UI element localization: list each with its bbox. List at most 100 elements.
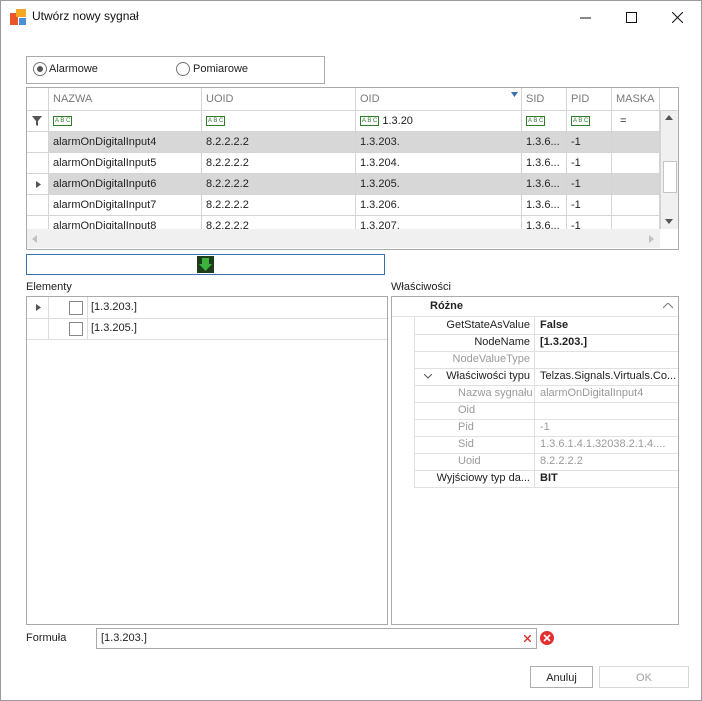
text-filter-icon: A B C: [360, 116, 380, 127]
property-row[interactable]: NodeName [1.3.203.]: [414, 334, 678, 352]
grid-vertical-scrollbar[interactable]: [660, 111, 678, 229]
property-row[interactable]: Nazwa sygnału alarmOnDigitalInput4: [414, 385, 678, 403]
grid-cell-nazwa[interactable]: alarmOnDigitalInput6: [49, 174, 202, 195]
scroll-left-icon[interactable]: [32, 235, 37, 243]
grid-cell-uoid[interactable]: 8.2.2.2.2: [202, 174, 356, 195]
scroll-down-icon[interactable]: [665, 219, 673, 224]
tree-node-checkbox[interactable]: [69, 301, 83, 315]
grid-cell-oid[interactable]: 1.3.205.: [356, 174, 522, 195]
filter-pid[interactable]: A B C: [567, 111, 612, 132]
property-grid: Różne GetStateAsValue False NodeName [1.3.2…: [391, 296, 679, 625]
grid-cell-pid[interactable]: -1: [567, 174, 612, 195]
row-indicator[interactable]: [27, 132, 49, 153]
grid-cell-uoid[interactable]: 8.2.2.2.2: [202, 132, 356, 153]
column-header-nazwa[interactable]: NAZWA: [49, 88, 202, 111]
formula-value: [1.3.203.]: [101, 632, 147, 644]
filter-uoid[interactable]: A B C: [202, 111, 356, 132]
column-header-pid[interactable]: PID: [567, 88, 612, 111]
property-category[interactable]: Różne: [392, 297, 678, 317]
close-button[interactable]: [654, 1, 700, 33]
property-row[interactable]: Wyjściowy typ da... BIT: [414, 470, 678, 488]
tree-node-label[interactable]: [1.3.205.]: [91, 322, 137, 334]
column-header-maska[interactable]: MASKA: [612, 88, 660, 111]
elements-tree: [1.3.203.] [1.3.205.]: [26, 296, 388, 625]
ok-button[interactable]: OK: [599, 666, 689, 688]
property-value[interactable]: 8.2.2.2.2: [537, 453, 680, 470]
grid-cell-nazwa[interactable]: alarmOnDigitalInput4: [49, 132, 202, 153]
column-header-uoid[interactable]: UOID: [202, 88, 356, 111]
row-indicator[interactable]: [27, 174, 49, 195]
column-header-oid[interactable]: OID: [356, 88, 522, 111]
scroll-right-icon[interactable]: [649, 235, 654, 243]
vertical-scroll-thumb[interactable]: [663, 161, 677, 193]
grid-cell-maska[interactable]: [612, 153, 660, 174]
property-value[interactable]: -1: [537, 419, 680, 436]
property-row[interactable]: Uoid 8.2.2.2.2: [414, 453, 678, 471]
property-value[interactable]: Telzas.Signals.Virtuals.Co...: [537, 368, 680, 385]
grid-cell-sid[interactable]: 1.3.6...: [522, 195, 567, 216]
property-row[interactable]: Sid 1.3.6.1.4.1.32038.2.1.4....: [414, 436, 678, 454]
tree-node-checkbox[interactable]: [69, 322, 83, 336]
grid-cell-nazwa[interactable]: alarmOnDigitalInput5: [49, 153, 202, 174]
radio-pomiarowe[interactable]: [176, 62, 190, 76]
grid-cell-uoid[interactable]: 8.2.2.2.2: [202, 195, 356, 216]
grid-cell-oid[interactable]: 1.3.203.: [356, 132, 522, 153]
filter-maska[interactable]: =: [612, 111, 660, 132]
property-value[interactable]: False: [537, 317, 680, 334]
tree-node[interactable]: [1.3.205.]: [27, 318, 387, 340]
grid-cell-oid[interactable]: 1.3.204.: [356, 153, 522, 174]
tree-node-label[interactable]: [1.3.203.]: [91, 301, 137, 313]
minimize-button[interactable]: [562, 1, 608, 33]
property-row[interactable]: Oid: [414, 402, 678, 420]
grid-cell-maska[interactable]: [612, 174, 660, 195]
maximize-button[interactable]: [608, 1, 654, 33]
filter-nazwa[interactable]: A B C: [49, 111, 202, 132]
filter-oid[interactable]: A B C 1.3.20: [356, 111, 522, 132]
grid-cell-nazwa[interactable]: alarmOnDigitalInput7: [49, 195, 202, 216]
filter-sid[interactable]: A B C: [522, 111, 567, 132]
property-row[interactable]: NodeValueType: [414, 351, 678, 369]
arrow-down-icon[interactable]: [197, 256, 214, 273]
collapse-icon[interactable]: [663, 303, 673, 309]
chevron-down-icon[interactable]: [424, 374, 432, 379]
cancel-button[interactable]: Anuluj: [530, 666, 593, 688]
radio-alarmowe-label[interactable]: Alarmowe: [49, 63, 98, 75]
grid-cell-pid[interactable]: -1: [567, 153, 612, 174]
grid-cell-pid[interactable]: -1: [567, 132, 612, 153]
property-value[interactable]: [537, 402, 680, 419]
property-row[interactable]: GetStateAsValue False: [414, 317, 678, 335]
property-value[interactable]: [537, 351, 680, 368]
grid-cell-sid[interactable]: 1.3.6...: [522, 174, 567, 195]
property-value[interactable]: 1.3.6.1.4.1.32038.2.1.4....: [537, 436, 680, 453]
grid-cell-sid[interactable]: 1.3.6...: [522, 132, 567, 153]
text-filter-icon: A B C: [206, 116, 226, 127]
minimize-icon: [579, 17, 591, 18]
tree-node[interactable]: [1.3.203.]: [27, 297, 387, 319]
add-to-elements-bar[interactable]: [26, 254, 385, 275]
grid-cell-maska[interactable]: [612, 195, 660, 216]
grid-cell-oid[interactable]: 1.3.206.: [356, 195, 522, 216]
grid-cell-pid[interactable]: -1: [567, 195, 612, 216]
grid-horizontal-scrollbar[interactable]: [27, 229, 660, 248]
app-icon: [10, 9, 26, 25]
property-value[interactable]: [1.3.203.]: [537, 334, 680, 351]
radio-pomiarowe-label[interactable]: Pomiarowe: [193, 63, 248, 75]
property-name: Właściwości typu: [414, 368, 535, 385]
property-value[interactable]: BIT: [537, 470, 680, 487]
property-value[interactable]: alarmOnDigitalInput4: [537, 385, 680, 402]
property-row[interactable]: Pid -1: [414, 419, 678, 437]
property-name: Nazwa sygnału: [414, 385, 535, 402]
clear-icon[interactable]: [524, 635, 531, 642]
formula-input[interactable]: [1.3.203.]: [96, 628, 537, 649]
radio-alarmowe[interactable]: [33, 62, 47, 76]
row-indicator[interactable]: [27, 153, 49, 174]
close-icon: [671, 11, 683, 23]
scroll-up-icon[interactable]: [665, 115, 673, 120]
grid-cell-uoid[interactable]: 8.2.2.2.2: [202, 153, 356, 174]
grid-cell-sid[interactable]: 1.3.6...: [522, 153, 567, 174]
column-header-sid[interactable]: SID: [522, 88, 567, 111]
row-indicator[interactable]: [27, 195, 49, 216]
expand-icon[interactable]: [36, 304, 41, 311]
grid-cell-maska[interactable]: [612, 132, 660, 153]
property-row[interactable]: Właściwości typu Telzas.Signals.Virtuals.…: [414, 368, 678, 386]
